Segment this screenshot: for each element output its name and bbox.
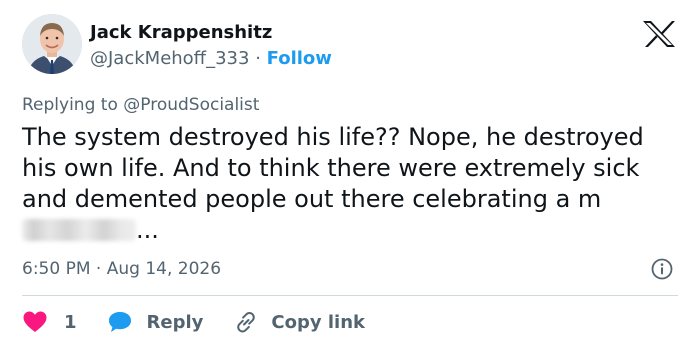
tweet-body: The system destroyed his life?? Nope, he… (22, 123, 644, 213)
reply-button[interactable]: Reply (107, 310, 204, 334)
reply-label: Reply (146, 311, 204, 333)
tweet-time: 6:50 PM (22, 259, 91, 279)
info-icon[interactable] (651, 258, 673, 280)
timestamp[interactable]: 6:50 PM · Aug 14, 2026 (22, 259, 221, 279)
action-bar: 1 Reply Copy link (22, 307, 365, 337)
x-logo-icon[interactable] (641, 19, 677, 49)
replying-to: Replying to @ProudSocialist (22, 95, 259, 115)
avatar-photo (22, 14, 82, 74)
replying-to-handle[interactable]: @ProudSocialist (123, 95, 259, 115)
tweet-date: Aug 14, 2026 (106, 259, 222, 279)
author-handle-line: @JackMehoff_333 · Follow (90, 48, 332, 69)
handle-separator: · (255, 48, 261, 69)
replying-to-prefix: Replying to (22, 95, 118, 115)
like-count: 1 (64, 311, 77, 333)
copy-link-label: Copy link (271, 311, 365, 333)
tweet-ellipsis: ... (136, 216, 159, 244)
author-name[interactable]: Jack Krappenshitz (90, 22, 272, 43)
like-button[interactable]: 1 (22, 310, 77, 334)
tweet-text: The system destroyed his life?? Nope, he… (22, 122, 662, 246)
copy-link-button[interactable]: Copy link (233, 310, 365, 334)
speech-bubble-icon (108, 312, 131, 332)
blurred-word (22, 219, 136, 241)
divider (22, 295, 678, 296)
follow-button[interactable]: Follow (267, 48, 332, 69)
link-icon (237, 312, 256, 333)
avatar[interactable] (22, 14, 82, 74)
timestamp-separator: · (95, 259, 102, 279)
heart-icon (23, 311, 47, 332)
author-handle[interactable]: @JackMehoff_333 (90, 48, 249, 69)
